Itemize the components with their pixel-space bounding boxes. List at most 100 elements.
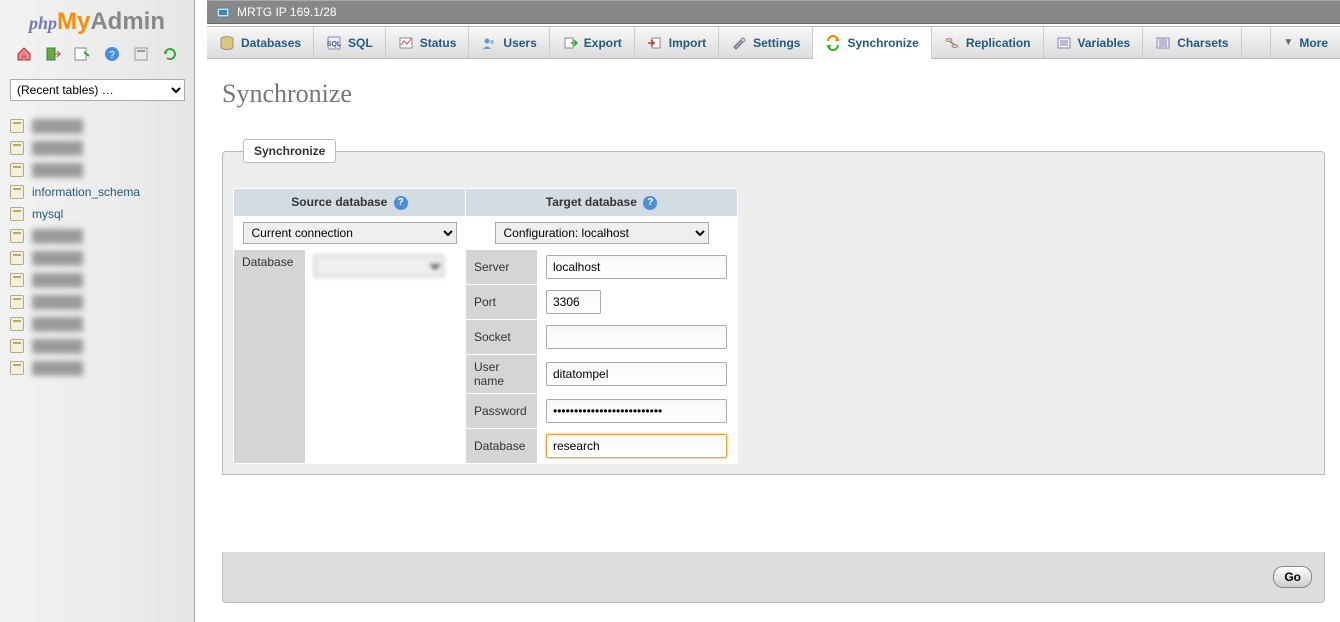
database-icon (10, 141, 24, 155)
sidebar-database-label: ██████ (32, 141, 83, 155)
database-icon (10, 295, 24, 309)
logout-icon[interactable] (45, 46, 61, 62)
variables-icon (1056, 35, 1072, 51)
sidebar-database-item[interactable]: ██████ (0, 247, 194, 269)
logo-admin: Admin (90, 8, 165, 35)
tab-users[interactable]: Users (469, 27, 549, 58)
tab-databases[interactable]: Databases (207, 27, 314, 58)
database-icon (10, 361, 24, 375)
export-icon (562, 35, 578, 51)
help-icon[interactable]: ? (394, 196, 408, 210)
sidebar-database-label: ██████ (32, 295, 83, 309)
server-info-text: MRTG IP 169.1/28 (237, 5, 337, 19)
sidebar-database-item[interactable]: ██████ (0, 137, 194, 159)
navi-icon[interactable] (133, 46, 149, 62)
logo[interactable]: phpMyAdmin (0, 0, 194, 40)
sidebar-database-item[interactable]: ██████ (0, 335, 194, 357)
recent-tables-select[interactable]: (Recent tables) … (10, 79, 185, 101)
database-icon (10, 251, 24, 265)
sidebar-database-label: mysql (32, 207, 63, 221)
database-list: ██████ ██████ ██████ information_schemamysq… (0, 109, 194, 385)
sidebar-database-item[interactable]: ██████ (0, 291, 194, 313)
home-icon[interactable] (16, 46, 32, 62)
sidebar-database-item[interactable]: ██████ (0, 159, 194, 181)
tab-synchronize[interactable]: Synchronize (813, 27, 931, 59)
main: Synchronize Synchronize Source database … (207, 59, 1340, 622)
chevron-down-icon: ▼ (1283, 37, 1293, 48)
sidebar-database-label: information_schema (32, 185, 140, 199)
tab-settings[interactable]: Settings (719, 27, 813, 58)
settings-icon (731, 35, 747, 51)
replication-icon (944, 35, 960, 51)
sidebar-database-label: ██████ (32, 119, 83, 133)
sidebar-database-label: ██████ (32, 229, 83, 243)
synchronize-icon (825, 35, 841, 51)
sidebar-database-item[interactable]: ██████ (0, 115, 194, 137)
svg-text:?: ? (109, 50, 115, 61)
database-icon (10, 185, 24, 199)
sidebar: phpMyAdmin ? (Recent tables) … █████████… (0, 0, 195, 622)
sidebar-database-item[interactable]: ██████ (0, 269, 194, 291)
source-database-select[interactable] (314, 255, 444, 277)
status-icon (398, 35, 414, 51)
tab-label: Databases (241, 36, 301, 50)
target-port-input[interactable] (546, 290, 601, 314)
sidebar-database-item[interactable]: information_schema (0, 181, 194, 203)
query-icon[interactable] (74, 46, 90, 62)
target-server-label: Server (466, 249, 538, 284)
target-database-input[interactable] (546, 434, 727, 458)
tabs: Databases SQL SQL Status UsersExport Import Se… (207, 26, 1340, 59)
svg-text:SQL: SQL (327, 41, 342, 48)
tab-import[interactable]: Import (635, 27, 719, 58)
tab-sql[interactable]: SQL SQL (314, 27, 386, 58)
tab-more[interactable]: ▼ More (1270, 27, 1340, 58)
page-title: Synchronize (222, 79, 1325, 109)
target-connection-select[interactable]: Configuration: localhost (495, 222, 709, 244)
source-db-header: Source database ? (234, 189, 466, 217)
tab-label: Settings (753, 36, 800, 50)
target-server-input[interactable] (546, 255, 727, 279)
target-username-input[interactable] (546, 362, 727, 386)
tab-replication[interactable]: Replication (932, 27, 1044, 58)
source-connection-select[interactable]: Current connection (243, 222, 457, 244)
database-icon (10, 229, 24, 243)
database-icon (10, 317, 24, 331)
sidebar-database-label: ██████ (32, 317, 83, 331)
target-password-label: Password (466, 393, 538, 428)
tab-variables[interactable]: Variables (1044, 27, 1144, 58)
sidebar-database-label: ██████ (32, 361, 83, 375)
tab-label: More (1299, 36, 1328, 50)
target-password-input[interactable] (546, 399, 727, 423)
tab-label: Import (669, 36, 706, 50)
tab-label: Status (420, 36, 457, 50)
database-icon (10, 339, 24, 353)
tab-label: Replication (966, 36, 1031, 50)
sync-legend: Synchronize (243, 139, 336, 163)
go-button[interactable]: Go (1273, 566, 1312, 588)
sql-icon: SQL (326, 35, 342, 51)
sidebar-database-item[interactable]: mysql (0, 203, 194, 225)
tab-status[interactable]: Status (386, 27, 470, 58)
database-icon (10, 163, 24, 177)
sidebar-database-item[interactable]: ██████ (0, 225, 194, 247)
tab-label: SQL (348, 36, 373, 50)
tab-export[interactable]: Export (550, 27, 635, 58)
sidebar-database-item[interactable]: ██████ (0, 357, 194, 379)
target-socket-input[interactable] (546, 325, 727, 349)
sync-fieldset: Synchronize Source database ? Target dat… (222, 139, 1325, 475)
target-port-label: Port (466, 284, 538, 319)
docs-icon[interactable]: ? (104, 46, 120, 62)
sidebar-database-label: ██████ (32, 339, 83, 353)
sidebar-database-item[interactable]: ██████ (0, 313, 194, 335)
server-bar: MRTG IP 169.1/28 (207, 0, 1340, 24)
tab-charsets[interactable]: Charsets (1143, 27, 1241, 58)
help-icon[interactable]: ? (643, 196, 657, 210)
database-icon (10, 119, 24, 133)
logo-php: php (29, 13, 57, 33)
import-icon (647, 35, 663, 51)
logo-my: My (57, 8, 90, 35)
sidebar-database-label: ██████ (32, 273, 83, 287)
charsets-icon (1155, 35, 1171, 51)
reload-icon[interactable] (162, 46, 178, 62)
sidebar-database-label: ██████ (32, 251, 83, 265)
